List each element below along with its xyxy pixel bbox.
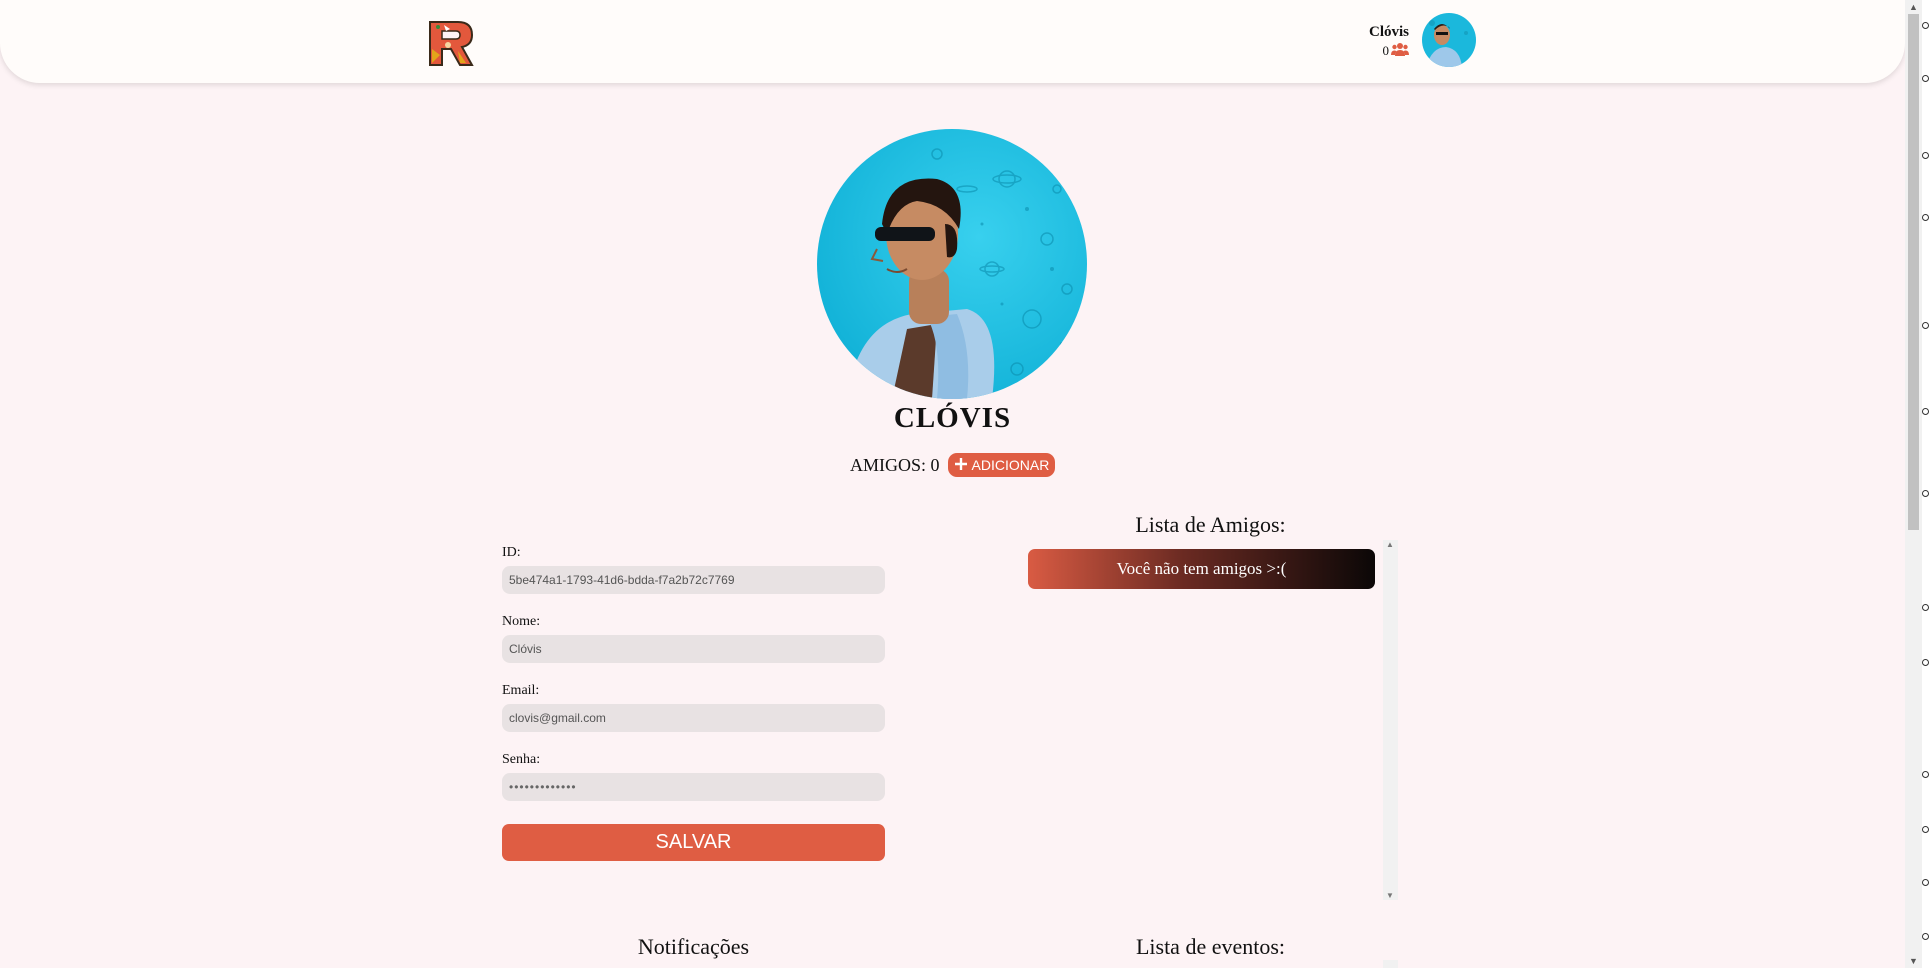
- friends-row: AMIGOS: 0 ADICIONAR: [850, 453, 1056, 477]
- notifications-title: Notificações: [637, 934, 750, 959]
- friends-count-label: AMIGOS: 0: [850, 454, 940, 475]
- profile-form: ID: Nome: Email: Senha: SALVAR: [502, 545, 885, 861]
- scroll-down-arrow[interactable]: ▼: [1909, 956, 1918, 966]
- logo-icon[interactable]: [428, 19, 474, 67]
- page-scrollbar[interactable]: ▲ ▼: [1905, 0, 1922, 968]
- header-avatar[interactable]: [1422, 13, 1476, 67]
- window-edge: [1922, 0, 1929, 968]
- scroll-up-arrow[interactable]: ▲: [1386, 540, 1394, 549]
- events-list-scrollbar[interactable]: [1383, 960, 1398, 968]
- header-friend-count: 0: [1382, 42, 1409, 60]
- name-field[interactable]: [502, 635, 885, 663]
- profile-photo[interactable]: [817, 129, 1087, 399]
- top-navbar: Clóvis 0: [0, 0, 1905, 83]
- friend-count-value: 0: [1382, 43, 1390, 58]
- email-label: Email:: [502, 683, 540, 698]
- plus-icon: [954, 457, 968, 474]
- save-button[interactable]: SALVAR: [502, 824, 885, 861]
- friends-list-title: Lista de Amigos:: [1135, 512, 1286, 537]
- scroll-up-arrow[interactable]: ▲: [1909, 2, 1918, 12]
- add-friend-button[interactable]: ADICIONAR: [947, 453, 1056, 477]
- scroll-down-arrow[interactable]: ▼: [1386, 891, 1394, 900]
- friends-list-scrollbar[interactable]: ▲ ▼: [1383, 540, 1398, 900]
- friends-group-icon: [1391, 42, 1409, 60]
- id-field[interactable]: [502, 566, 885, 594]
- id-label: ID:: [502, 545, 521, 560]
- friends-list-panel: Você não tem amigos >:( ▲ ▼: [1028, 540, 1401, 900]
- events-list-title: Lista de eventos:: [1135, 934, 1286, 959]
- password-field[interactable]: [502, 773, 885, 801]
- password-label: Senha:: [502, 752, 541, 767]
- friends-empty-message: Você não tem amigos >:(: [1028, 549, 1375, 589]
- add-friend-label: ADICIONAR: [971, 457, 1050, 473]
- header-user-name: Clóvis: [1368, 24, 1409, 40]
- name-label: Nome:: [502, 614, 541, 629]
- email-field[interactable]: [502, 704, 885, 732]
- profile-name: CLÓVIS: [893, 402, 1012, 434]
- scroll-thumb[interactable]: [1908, 14, 1919, 530]
